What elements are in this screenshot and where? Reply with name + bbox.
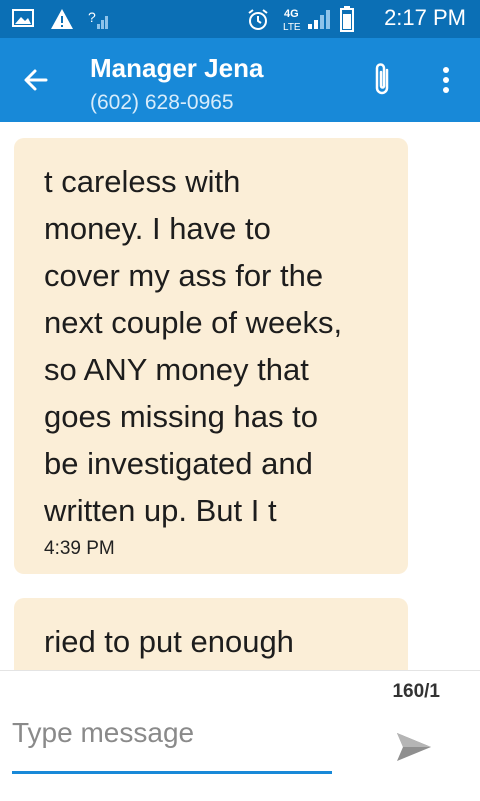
message-time: 4:39 PM bbox=[44, 538, 115, 559]
conversation-header: Manager Jena (602) 628-0965 bbox=[0, 38, 480, 122]
message-text: t careless with money. I have to cover m… bbox=[44, 164, 343, 528]
message-text: ried to put enough bbox=[44, 624, 294, 659]
send-icon[interactable] bbox=[394, 727, 434, 772]
message-list[interactable]: t careless with money. I have to cover m… bbox=[0, 122, 480, 670]
battery-icon bbox=[340, 6, 354, 37]
signal-icon bbox=[306, 8, 332, 35]
svg-text:LTE: LTE bbox=[283, 22, 301, 32]
alarm-icon bbox=[246, 8, 270, 37]
paperclip-icon[interactable] bbox=[372, 62, 394, 103]
message-composer: 160/1 bbox=[0, 670, 480, 801]
more-vert-icon[interactable] bbox=[442, 66, 450, 99]
back-arrow-icon[interactable] bbox=[22, 66, 50, 99]
character-counter: 160/1 bbox=[392, 681, 440, 702]
input-underline bbox=[12, 771, 332, 774]
svg-text:?: ? bbox=[88, 9, 96, 25]
message-bubble[interactable]: ried to put enough bbox=[14, 598, 408, 670]
warning-icon bbox=[50, 8, 74, 35]
message-bubble[interactable]: t careless with money. I have to cover m… bbox=[14, 138, 408, 574]
message-input[interactable] bbox=[12, 711, 352, 755]
image-icon bbox=[12, 8, 34, 33]
contact-phone: (602) 628-0965 bbox=[90, 91, 234, 114]
status-time: 2:17 PM bbox=[384, 5, 466, 30]
contact-name: Manager Jena bbox=[90, 53, 264, 83]
status-bar: ? 4G LTE 2:17 PM bbox=[0, 0, 480, 38]
network-4g-lte-icon: 4G LTE bbox=[283, 6, 301, 37]
signal-unknown-icon: ? bbox=[88, 8, 110, 35]
svg-text:4G: 4G bbox=[284, 8, 299, 20]
